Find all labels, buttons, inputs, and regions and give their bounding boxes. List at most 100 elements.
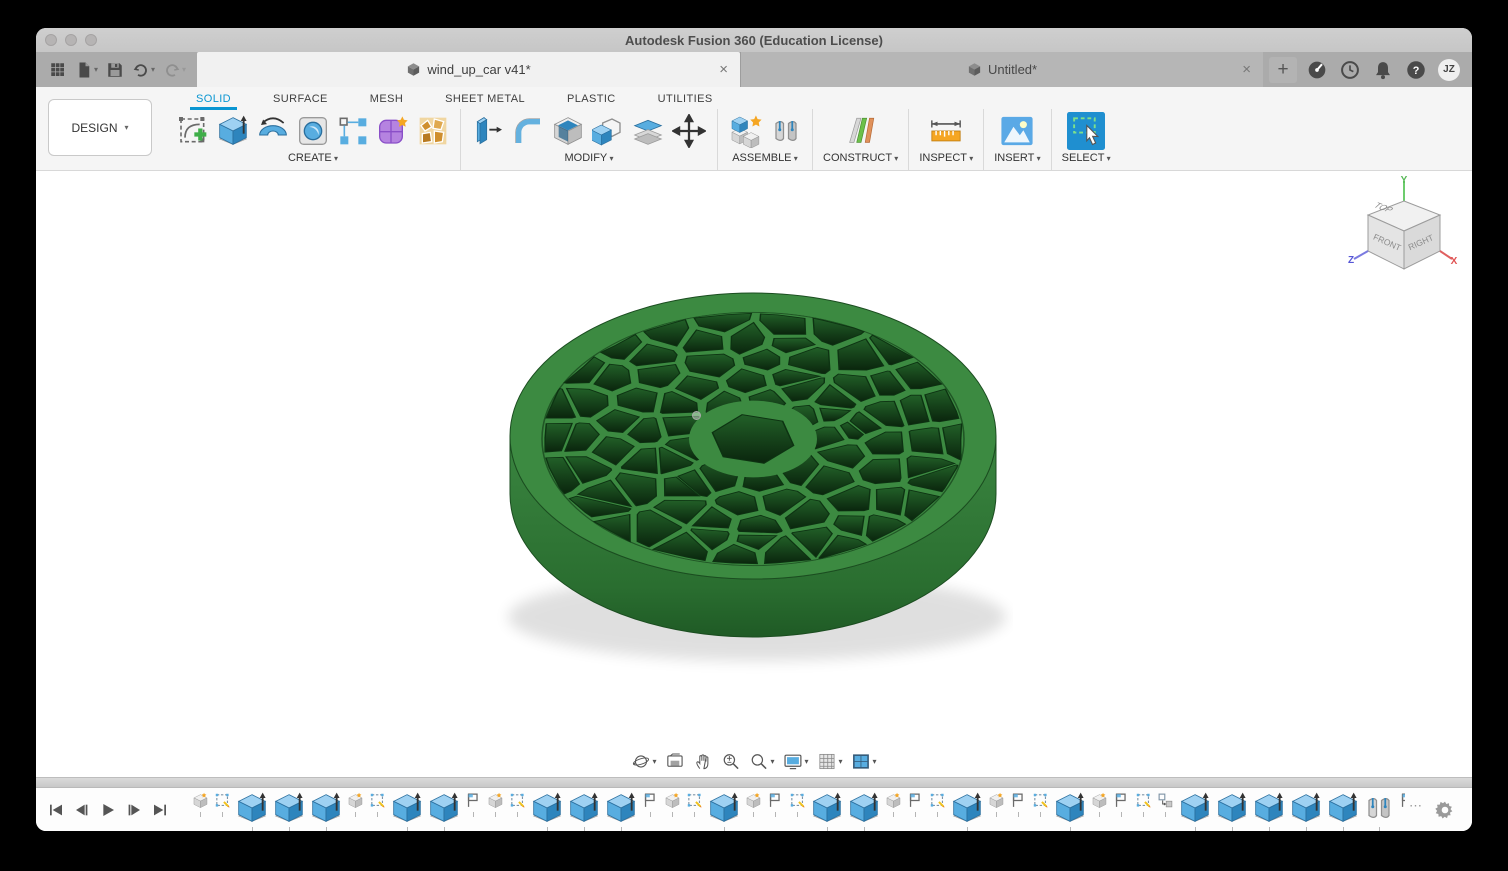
timeline-feature-plane[interactable] bbox=[1010, 792, 1027, 817]
timeline-feature-plane[interactable] bbox=[465, 792, 482, 817]
panel-divider[interactable] bbox=[36, 777, 1472, 788]
look-at-button[interactable] bbox=[665, 752, 684, 771]
tool-hole[interactable] bbox=[296, 114, 330, 148]
timeline-feature-extrude[interactable] bbox=[708, 792, 740, 831]
apps-grid-icon[interactable] bbox=[46, 58, 70, 82]
timeline-feature-component[interactable] bbox=[664, 792, 681, 817]
document-tab-active[interactable]: wind_up_car v41* × bbox=[197, 52, 741, 87]
voronoi-pocket[interactable] bbox=[908, 427, 944, 455]
voronoi-pocket[interactable] bbox=[875, 486, 906, 516]
ribbon-group-label[interactable]: MODIFY bbox=[564, 152, 613, 170]
orbit-button[interactable]: ▾ bbox=[631, 752, 656, 771]
tool-fillet[interactable] bbox=[511, 114, 545, 148]
timeline-feature-extrude[interactable] bbox=[1253, 792, 1285, 831]
tool-create-sketch[interactable] bbox=[176, 114, 210, 148]
ribbon-tab-sheet-metal[interactable]: SHEET METAL bbox=[443, 91, 527, 109]
timeline-feature-sketch[interactable] bbox=[1135, 792, 1152, 817]
go-to-start-button[interactable] bbox=[46, 800, 66, 820]
timeline-feature-extrude[interactable] bbox=[531, 792, 563, 831]
timeline-feature-plane[interactable] bbox=[1113, 792, 1130, 817]
timeline-feature-sketch[interactable] bbox=[929, 792, 946, 817]
ribbon-group-label[interactable]: CONSTRUCT bbox=[823, 152, 898, 170]
tool-move-tool[interactable] bbox=[671, 113, 707, 149]
close-tab-icon[interactable]: × bbox=[1242, 61, 1251, 78]
tool-combine[interactable] bbox=[591, 114, 625, 148]
timeline-feature-component[interactable] bbox=[1091, 792, 1108, 817]
grid-settings-button[interactable]: ▾ bbox=[818, 752, 843, 771]
tool-joint[interactable] bbox=[770, 114, 802, 148]
fit-button[interactable]: ▾ bbox=[749, 752, 774, 771]
timeline-feature-component[interactable] bbox=[487, 792, 504, 817]
timeline-feature-component[interactable] bbox=[745, 792, 762, 817]
timeline-feature-extrude[interactable] bbox=[951, 792, 983, 831]
timeline-feature-sketch[interactable] bbox=[1032, 792, 1049, 817]
undo-icon[interactable]: ▾ bbox=[129, 58, 158, 82]
timeline-feature-plane[interactable] bbox=[907, 792, 924, 817]
tool-revolve[interactable] bbox=[256, 114, 290, 148]
tool-shell[interactable] bbox=[551, 114, 585, 148]
timeline-feature-component[interactable] bbox=[347, 792, 364, 817]
timeline-feature-extrude[interactable] bbox=[568, 792, 600, 831]
ribbon-tab-solid[interactable]: SOLID bbox=[189, 91, 238, 110]
close-tab-icon[interactable]: × bbox=[719, 61, 728, 78]
workspace-selector[interactable]: DESIGN ▾ bbox=[48, 99, 152, 156]
timeline-feature-sketch[interactable] bbox=[509, 792, 526, 817]
timeline-feature-move[interactable] bbox=[1157, 792, 1174, 817]
timeline-feature-extrude[interactable] bbox=[1327, 792, 1359, 831]
clock-icon[interactable] bbox=[1340, 60, 1360, 80]
tool-select-tool[interactable] bbox=[1066, 111, 1106, 151]
timeline-feature-extrude[interactable] bbox=[848, 792, 880, 831]
viewcube[interactable]: Y TOP FRONT RIGHT Z X bbox=[1346, 173, 1458, 277]
notifications-icon[interactable] bbox=[1373, 60, 1393, 80]
timeline-feature-extrude[interactable] bbox=[1290, 792, 1322, 831]
timeline-feature-plane[interactable] bbox=[1399, 792, 1405, 817]
ribbon-group-label[interactable]: CREATE bbox=[288, 152, 338, 170]
tool-measure[interactable] bbox=[927, 113, 965, 149]
extensions-icon[interactable] bbox=[1307, 60, 1327, 80]
new-document-button[interactable]: + bbox=[1269, 56, 1298, 83]
document-tab-inactive[interactable]: Untitled* × bbox=[740, 52, 1264, 87]
redo-icon[interactable]: ▾ bbox=[160, 58, 189, 82]
viewport-canvas[interactable]: Y TOP FRONT RIGHT Z X ▾ ▾ ▾ ▾ ▾ bbox=[36, 171, 1472, 777]
tool-construct-plane[interactable] bbox=[843, 113, 879, 149]
timeline-feature-sketch[interactable] bbox=[789, 792, 806, 817]
help-icon[interactable]: ? bbox=[1406, 60, 1426, 80]
timeline-feature-plane[interactable] bbox=[642, 792, 659, 817]
timeline-feature-component[interactable] bbox=[988, 792, 1005, 817]
tool-insert-image[interactable] bbox=[998, 113, 1036, 149]
timeline-feature-extrude[interactable] bbox=[1179, 792, 1211, 831]
ribbon-group-label[interactable]: INSERT bbox=[994, 152, 1040, 170]
timeline-feature-extrude[interactable] bbox=[1054, 792, 1086, 831]
ribbon-group-label[interactable]: SELECT bbox=[1062, 152, 1111, 170]
timeline-feature-extrude[interactable] bbox=[310, 792, 342, 831]
tool-pattern[interactable] bbox=[336, 114, 370, 148]
timeline-feature-extrude[interactable] bbox=[428, 792, 460, 831]
save-icon[interactable] bbox=[103, 58, 127, 82]
zoom-button[interactable] bbox=[721, 752, 740, 771]
timeline-feature-sketch[interactable] bbox=[369, 792, 386, 817]
tool-create-form[interactable] bbox=[376, 114, 410, 148]
timeline-feature-joint[interactable] bbox=[1364, 792, 1394, 831]
tool-new-component[interactable] bbox=[728, 113, 764, 149]
new-file-icon[interactable]: ▾ bbox=[72, 58, 101, 82]
tool-volumetric-lattice[interactable] bbox=[416, 114, 450, 148]
ribbon-tab-plastic[interactable]: PLASTIC bbox=[565, 91, 618, 109]
timeline-feature-component[interactable] bbox=[885, 792, 902, 817]
step-forward-button[interactable] bbox=[124, 800, 144, 820]
viewports-button[interactable]: ▾ bbox=[852, 752, 877, 771]
display-settings-button[interactable]: ▾ bbox=[783, 752, 809, 771]
tool-press-pull[interactable] bbox=[471, 114, 505, 148]
avatar[interactable]: JZ bbox=[1438, 58, 1461, 81]
timeline-feature-extrude[interactable] bbox=[391, 792, 423, 831]
go-to-end-button[interactable] bbox=[150, 800, 170, 820]
ribbon-tab-utilities[interactable]: UTILITIES bbox=[656, 91, 715, 109]
step-back-button[interactable] bbox=[72, 800, 92, 820]
ribbon-tab-mesh[interactable]: MESH bbox=[368, 91, 405, 109]
timeline-feature-component[interactable] bbox=[192, 792, 209, 817]
timeline-feature-sketch[interactable] bbox=[686, 792, 703, 817]
timeline-feature-plane[interactable] bbox=[767, 792, 784, 817]
timeline-feature-sketch[interactable] bbox=[214, 792, 231, 817]
model-voronoi-wheel[interactable] bbox=[493, 271, 1013, 701]
ribbon-group-label[interactable]: ASSEMBLE bbox=[732, 152, 798, 170]
timeline-feature-extrude[interactable] bbox=[811, 792, 843, 831]
